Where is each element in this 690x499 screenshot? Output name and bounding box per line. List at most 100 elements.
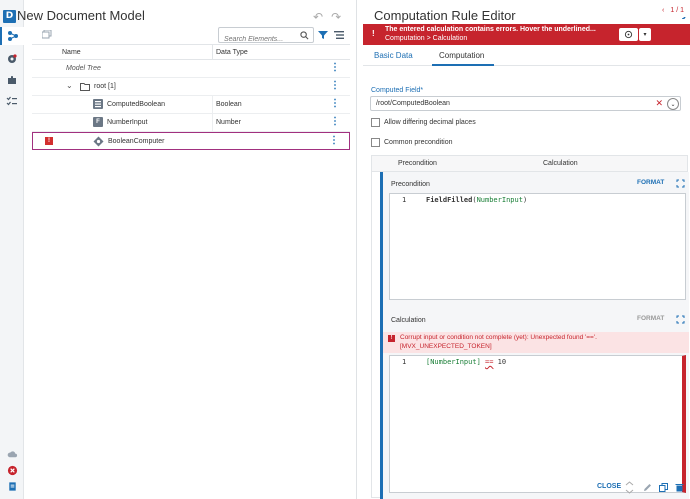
row-data-type: Boolean [216,101,242,108]
edit-icon[interactable] [643,483,652,492]
common-precondition-label: Common precondition [384,139,453,146]
rail-checklist-button[interactable] [3,92,21,110]
code-number: 10 [497,358,507,366]
copy-document-icon[interactable] [42,30,52,39]
column-header-data-type: Data Type [216,49,248,56]
column-header-precondition: Precondition [398,160,437,167]
calculation-editor[interactable]: 1 [NumberInput] == 10 [389,355,686,493]
expand-icon[interactable] [676,315,685,324]
model-tree-icon [8,31,18,41]
cloud-icon [7,450,17,457]
column-header-calculation: Calculation [543,160,578,167]
filter-icon[interactable] [318,30,328,40]
computed-field-select[interactable]: /root/ComputedBoolean ✕ ⌄ [370,96,681,111]
error-navigator[interactable]: ‹ 1 / 1 [656,4,690,17]
error-counter: 1 / 1 [670,7,684,14]
document-model-title: New Document Model [17,8,145,23]
app-root: D New Document Model ↶ ↷ Search Elements… [0,0,690,499]
row-data-type: Number [216,119,241,126]
rail-error-button[interactable] [5,463,19,477]
computed-field-value: /root/ComputedBoolean [376,100,450,107]
reorder-arrows-icon[interactable] [625,481,634,494]
column-header-name: Name [62,49,81,56]
clear-icon[interactable]: ✕ [655,98,663,109]
search-icon[interactable] [300,31,309,40]
more-options-icon[interactable]: ⋮ [330,63,340,73]
expand-icon[interactable] [676,179,685,188]
tab-computation[interactable]: Computation [439,51,484,60]
computed-field-icon [93,99,103,109]
rail-model-tree-button[interactable] [0,27,24,45]
rail-plugins-button[interactable] [3,71,21,89]
locate-error-button[interactable] [619,28,638,41]
redo-icon[interactable]: ↷ [331,10,341,24]
line-number: 1 [402,196,407,204]
prev-error-icon[interactable]: ‹ [662,7,664,14]
search-elements-box [218,27,314,47]
condition-table-header: Precondition Calculation [372,156,687,172]
calculation-error-message: ! Corrupt input or condition not complet… [383,332,689,353]
rail-document-button[interactable] [5,479,19,493]
error-banner-icon: ! [372,29,375,38]
precondition-title: Precondition [391,181,430,188]
common-precondition-checkbox[interactable] [371,138,380,147]
more-options-icon[interactable]: ⋮ [329,136,339,146]
table-row-selected[interactable]: ! BooleanComputer ⋮ [32,132,350,150]
code-function: FieldFilled [426,196,473,204]
code-operator-error: == [485,358,494,366]
chevron-down-icon[interactable]: ⌄ [667,98,679,110]
more-options-icon[interactable]: ⋮ [330,81,340,91]
more-options-icon[interactable]: ⋮ [330,99,340,109]
more-options-icon[interactable]: ⋮ [330,117,340,127]
caret-down-icon: ▾ [643,32,647,38]
undo-icon[interactable]: ↶ [313,10,323,24]
copy-icon[interactable] [659,483,668,492]
row-label: NumberInput [107,119,148,126]
collapse-all-icon[interactable] [334,30,344,40]
calculation-code: [NumberInput] == 10 [426,358,506,366]
condition-table: Precondition Calculation Precondition FO… [371,155,689,499]
precondition-editor[interactable]: 1 FieldFilled(NumberInput) [389,193,686,300]
line-number: 1 [402,358,407,366]
target-icon [624,30,633,39]
model-toolbar [32,26,350,47]
delete-icon[interactable] [675,483,684,492]
editor-title: Computation Rule Editor [374,8,516,23]
error-banner-path: Computation > Calculation [385,35,468,42]
editor-tabs: Basic Data Computation [363,46,690,66]
calculation-format-button[interactable]: FORMAT [637,315,664,322]
left-undo-redo: ↶ ↷ [313,10,341,24]
error-dropdown-button[interactable]: ▾ [639,28,651,41]
row-label: root [1] [94,83,116,90]
left-rail: D [0,0,24,499]
table-row[interactable]: ComputedBoolean Boolean ⋮ [32,96,350,114]
model-tree-root-row[interactable]: Model Tree ⋮ [32,60,350,78]
model-tree-header: Name Data Type [32,44,350,60]
precondition-format-button[interactable]: FORMAT [637,179,664,186]
code-paren: ) [522,196,528,204]
error-banner: ! The entered calculation contains error… [363,24,690,45]
error-icon: ! [388,335,395,342]
code-field: [NumberInput] [426,358,481,366]
close-button[interactable]: CLOSE [597,483,621,490]
allow-decimal-checkbox[interactable] [371,118,380,127]
rail-cloud-button[interactable] [5,447,19,461]
input-field-icon: F [93,117,103,127]
error-banner-message: The entered calculation contains errors.… [385,26,596,33]
rail-settings-button[interactable] [3,50,21,68]
row-label: ComputedBoolean [107,101,165,108]
chevron-down-icon[interactable]: ⌄ [66,81,73,90]
gear-icon [8,54,17,63]
model-tree-label: Model Tree [66,65,101,72]
table-row[interactable]: F NumberInput Number ⋮ [32,114,350,132]
editor-footer: CLOSE [593,480,690,496]
error-circle-icon [7,465,17,475]
calculation-title: Calculation [391,317,426,324]
pane-divider[interactable] [356,0,357,499]
tab-basic-data[interactable]: Basic Data [374,51,413,60]
calculation-error-line1: Corrupt input or condition not complete … [400,334,597,341]
allow-decimal-label: Allow differing decimal places [384,119,476,126]
condition-detail-panel: Precondition FORMAT 1 FieldFilled(Number… [380,172,689,499]
calculation-error-line2: [MVX_UNEXPECTED_TOKEN] [400,343,492,350]
table-row[interactable]: ⌄ root [1] ⋮ [32,78,350,96]
